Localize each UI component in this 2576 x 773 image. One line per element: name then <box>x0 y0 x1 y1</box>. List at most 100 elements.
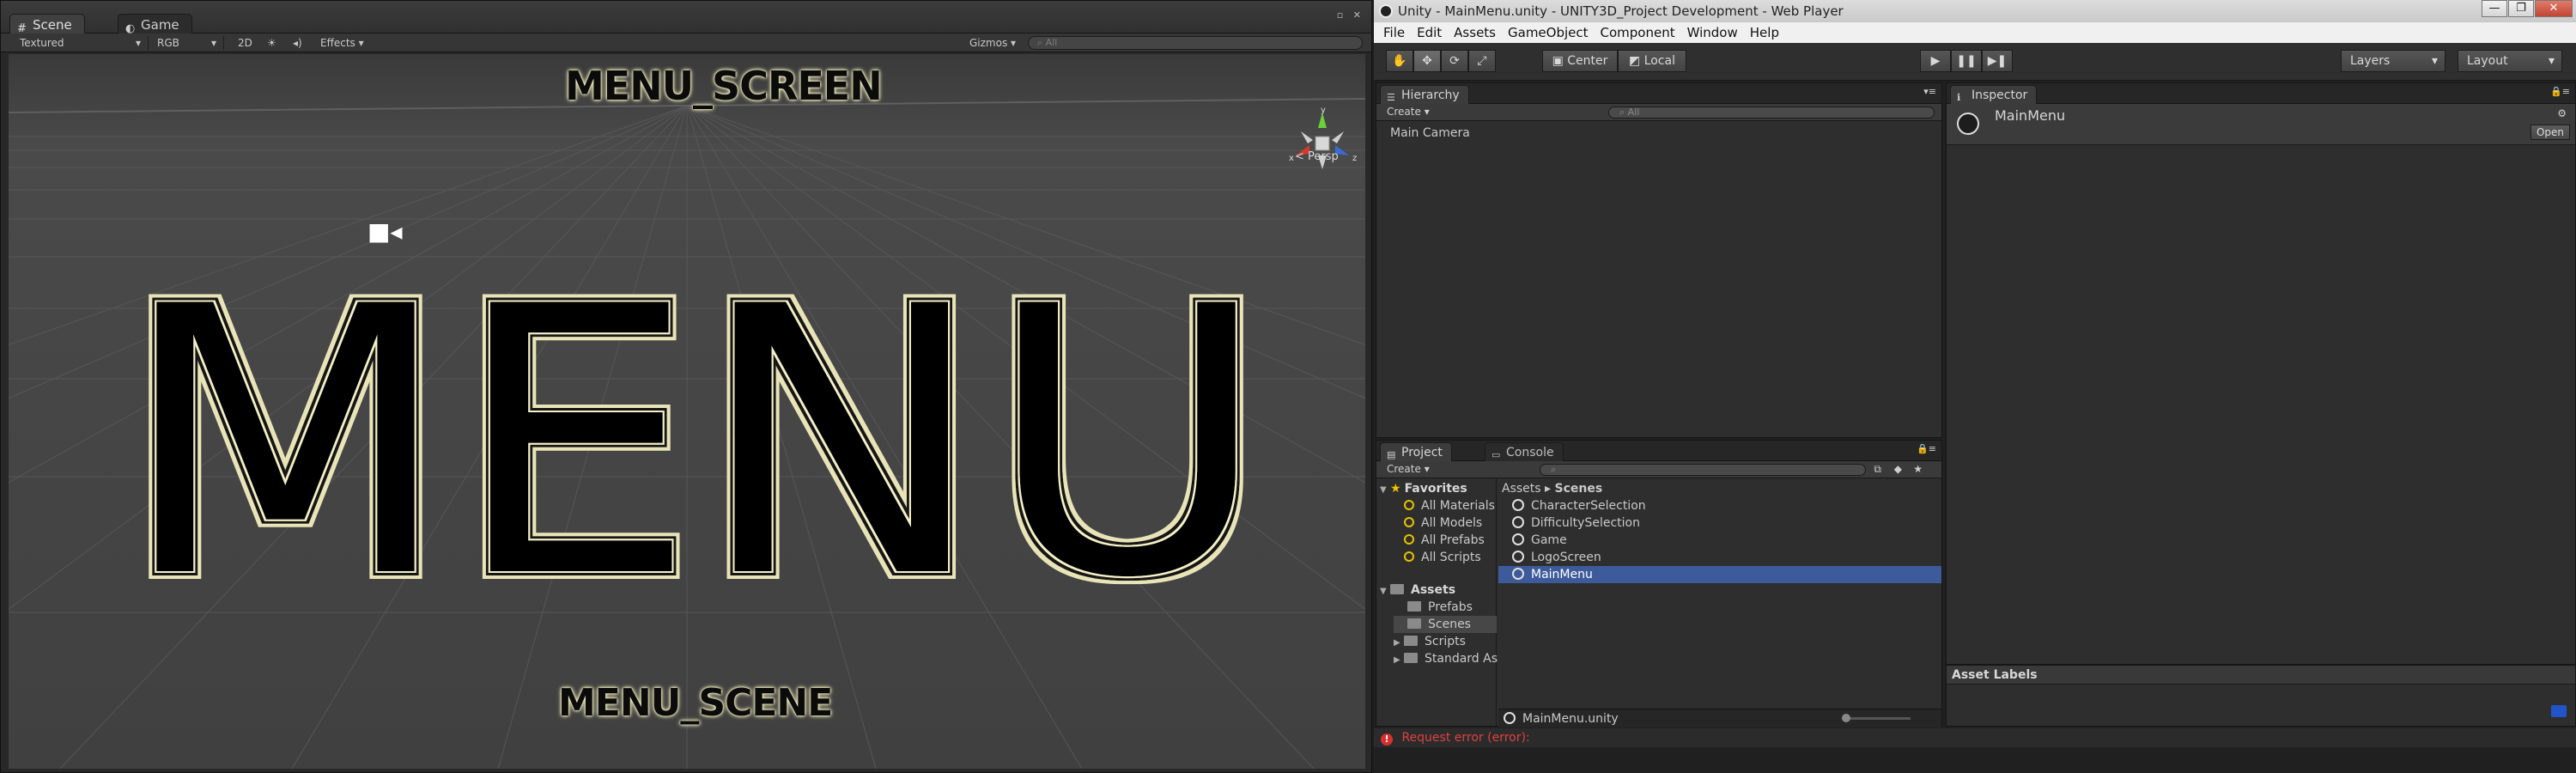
folder-item[interactable]: Prefabs <box>1407 599 1473 616</box>
project-bar: Create ▾ ⌕ ⧉ ◆ ★ <box>1376 461 1941 478</box>
audio-toggle-icon[interactable]: ◂) <box>293 36 302 50</box>
folder-item[interactable]: ▶ Standard As <box>1394 650 1498 667</box>
favorite-item[interactable]: All Prefabs <box>1404 532 1485 549</box>
close-button[interactable]: ✕ <box>2535 0 2573 17</box>
tab-scene[interactable]: # Scene <box>9 14 85 35</box>
window-titlebar[interactable]: Unity - MainMenu.unity - UNITY3D_Project… <box>1374 0 2576 22</box>
menu-component[interactable]: Component <box>1595 22 1681 43</box>
tab-hierarchy[interactable]: ☰ Hierarchy <box>1380 85 1469 104</box>
breadcrumb-assets[interactable]: Assets <box>1502 482 1541 496</box>
tab-inspector[interactable]: ℹ Inspector <box>1950 85 2038 104</box>
menu-scene-label[interactable]: MENU_SCENE <box>558 681 833 725</box>
pause-button[interactable]: ❚❚ <box>1951 50 1982 72</box>
play-button[interactable]: ▶ <box>1920 50 1951 72</box>
scene-window-controls[interactable]: ▫ ✕ <box>1337 9 1364 21</box>
file-item[interactable]: CharacterSelection <box>1512 497 1646 514</box>
hierarchy-item-main-camera[interactable]: Main Camera <box>1390 125 1470 142</box>
step-icon: ▶❚ <box>1987 54 2008 68</box>
menu-screen-label[interactable]: MENU_SCREEN <box>565 63 883 109</box>
favorite-star-icon[interactable]: ★ <box>1913 463 1923 475</box>
tab-console[interactable]: ▭ Console <box>1485 442 1564 461</box>
maximize-button[interactable]: ❐ <box>2508 0 2534 17</box>
render-mode-dropdown[interactable]: RGB ▾ <box>157 36 224 50</box>
menu-big-text[interactable]: MENU <box>101 279 1286 588</box>
inspector-object-name: MainMenu <box>1995 107 2066 124</box>
camera-gizmo-icon[interactable]: ■◂ <box>368 217 403 246</box>
inspector-object-header: MainMenu ⚙ Open <box>1947 104 2575 145</box>
filter-label-icon[interactable]: ◆ <box>1894 463 1902 475</box>
tab-game[interactable]: ◐ Game <box>118 14 192 35</box>
filter-type-icon[interactable]: ⧉ <box>1874 463 1881 476</box>
file-item[interactable]: Game <box>1512 532 1567 549</box>
unity-scene-icon <box>1512 568 1524 580</box>
file-item[interactable]: DifficultySelection <box>1512 514 1640 532</box>
project-tree: ▼ ★ Favorites All Materials All Models All… <box>1376 478 1498 727</box>
zoom-slider[interactable] <box>1842 717 1911 720</box>
folder-item[interactable]: ▶ Scripts <box>1394 633 1466 650</box>
asset-bundle-icon[interactable] <box>2551 705 2567 717</box>
favorites-section[interactable]: ▼ ★ Favorites <box>1380 480 1467 497</box>
lock-icon[interactable]: 🔒≡ <box>2550 86 2570 97</box>
project-create-dropdown[interactable]: Create ▾ <box>1387 463 1430 475</box>
menu-help[interactable]: Help <box>1744 22 1785 43</box>
pivot-center-button[interactable]: ▣ Center <box>1542 50 1618 72</box>
orientation-gizmo[interactable]: y x z <box>1284 106 1361 183</box>
step-button[interactable]: ▶❚ <box>1982 50 2013 72</box>
unity-logo-icon <box>1379 4 1393 18</box>
open-button[interactable]: Open <box>2530 125 2570 140</box>
unity-editor-window: Unity - MainMenu.unity - UNITY3D_Project… <box>1374 0 2576 773</box>
scene-window: # Scene ◐ Game ▫ ✕ Textured ▾ RGB ▾ 2D ☀… <box>0 0 1372 773</box>
file-item[interactable]: LogoScreen <box>1512 549 1601 566</box>
hierarchy-search-input[interactable]: ⌕ All <box>1608 107 1935 119</box>
main-toolbar: ✋ ✥ ⟳ ⤢ ▣ Center ◩ Local ▶ ❚❚ ▶❚ Layers … <box>1374 43 2576 81</box>
gear-icon[interactable]: ⚙ <box>2557 107 2567 119</box>
scale-tool-icon[interactable]: ⤢ <box>1468 50 1496 72</box>
effects-dropdown[interactable]: Effects ▾ <box>320 36 364 50</box>
2d-toggle[interactable]: 2D <box>238 36 252 50</box>
hierarchy-create-dropdown[interactable]: Create ▾ <box>1387 106 1430 118</box>
status-message: Request error (error): <box>1401 731 1530 745</box>
layout-dropdown[interactable]: Layout ▾ <box>2458 50 2562 72</box>
unity-scene-icon <box>1957 113 1979 135</box>
inspector-panel: ℹ Inspector 🔒≡ MainMenu ⚙ Open <box>1946 82 2576 665</box>
folder-item-selected[interactable]: Scenes <box>1394 616 1497 633</box>
scene-search-input[interactable]: ⌕ All <box>1028 36 1363 50</box>
file-item-selected[interactable]: MainMenu <box>1498 566 1941 583</box>
menu-assets[interactable]: Assets <box>1448 22 1502 43</box>
lock-icon[interactable]: 🔒≡ <box>1917 443 1936 454</box>
favorite-item[interactable]: All Scripts <box>1404 549 1481 566</box>
favorite-item[interactable]: All Models <box>1404 514 1482 532</box>
pause-icon: ❚❚ <box>1956 54 1977 68</box>
dropdown-arrow-icon: ▾ <box>210 37 216 49</box>
panel-menu-icon[interactable]: ▾≡ <box>1923 86 1936 97</box>
menu-window[interactable]: Window <box>1681 22 1744 43</box>
menu-file[interactable]: File <box>1377 22 1411 43</box>
assets-section[interactable]: ▼ Assets <box>1380 581 1455 599</box>
minimize-button[interactable]: — <box>2482 0 2507 17</box>
local-icon: ◩ <box>1629 54 1641 68</box>
search-filter-icon <box>1404 551 1414 562</box>
scene-viewport[interactable]: MENU_SCREEN MENU MENU_SCENE ■◂ y x z < P… <box>9 54 1365 769</box>
projection-toggle[interactable]: < Persp <box>1295 150 1339 163</box>
favorite-item[interactable]: All Materials <box>1404 497 1495 514</box>
status-bar[interactable]: ! Request error (error): <box>1374 728 2576 747</box>
unity-scene-icon <box>1512 499 1524 511</box>
layers-dropdown[interactable]: Layers ▾ <box>2341 50 2445 72</box>
menu-edit[interactable]: Edit <box>1411 22 1448 43</box>
lighting-toggle-icon[interactable]: ☀ <box>267 36 276 50</box>
collapse-icon: ▶ <box>1394 638 1400 648</box>
tab-project[interactable]: ▤ Project <box>1380 442 1452 461</box>
breadcrumb-scenes[interactable]: Scenes <box>1555 482 1603 496</box>
project-search-input[interactable]: ⌕ <box>1540 464 1866 476</box>
menu-gameobject[interactable]: GameObject <box>1502 22 1595 43</box>
shading-mode-dropdown[interactable]: Textured ▾ <box>20 36 149 50</box>
rotate-tool-icon[interactable]: ⟳ <box>1441 50 1468 72</box>
search-filter-icon <box>1404 534 1414 545</box>
pivot-local-button[interactable]: ◩ Local <box>1618 50 1686 72</box>
move-tool-icon[interactable]: ✥ <box>1413 50 1441 72</box>
zoom-slider-thumb[interactable] <box>1842 714 1850 722</box>
hand-tool-icon[interactable]: ✋ <box>1386 50 1413 72</box>
folder-icon <box>1407 618 1421 629</box>
gizmos-dropdown[interactable]: Gizmos ▾ <box>969 36 1016 50</box>
hierarchy-bar: Create ▾ ⌕ All <box>1376 104 1941 121</box>
